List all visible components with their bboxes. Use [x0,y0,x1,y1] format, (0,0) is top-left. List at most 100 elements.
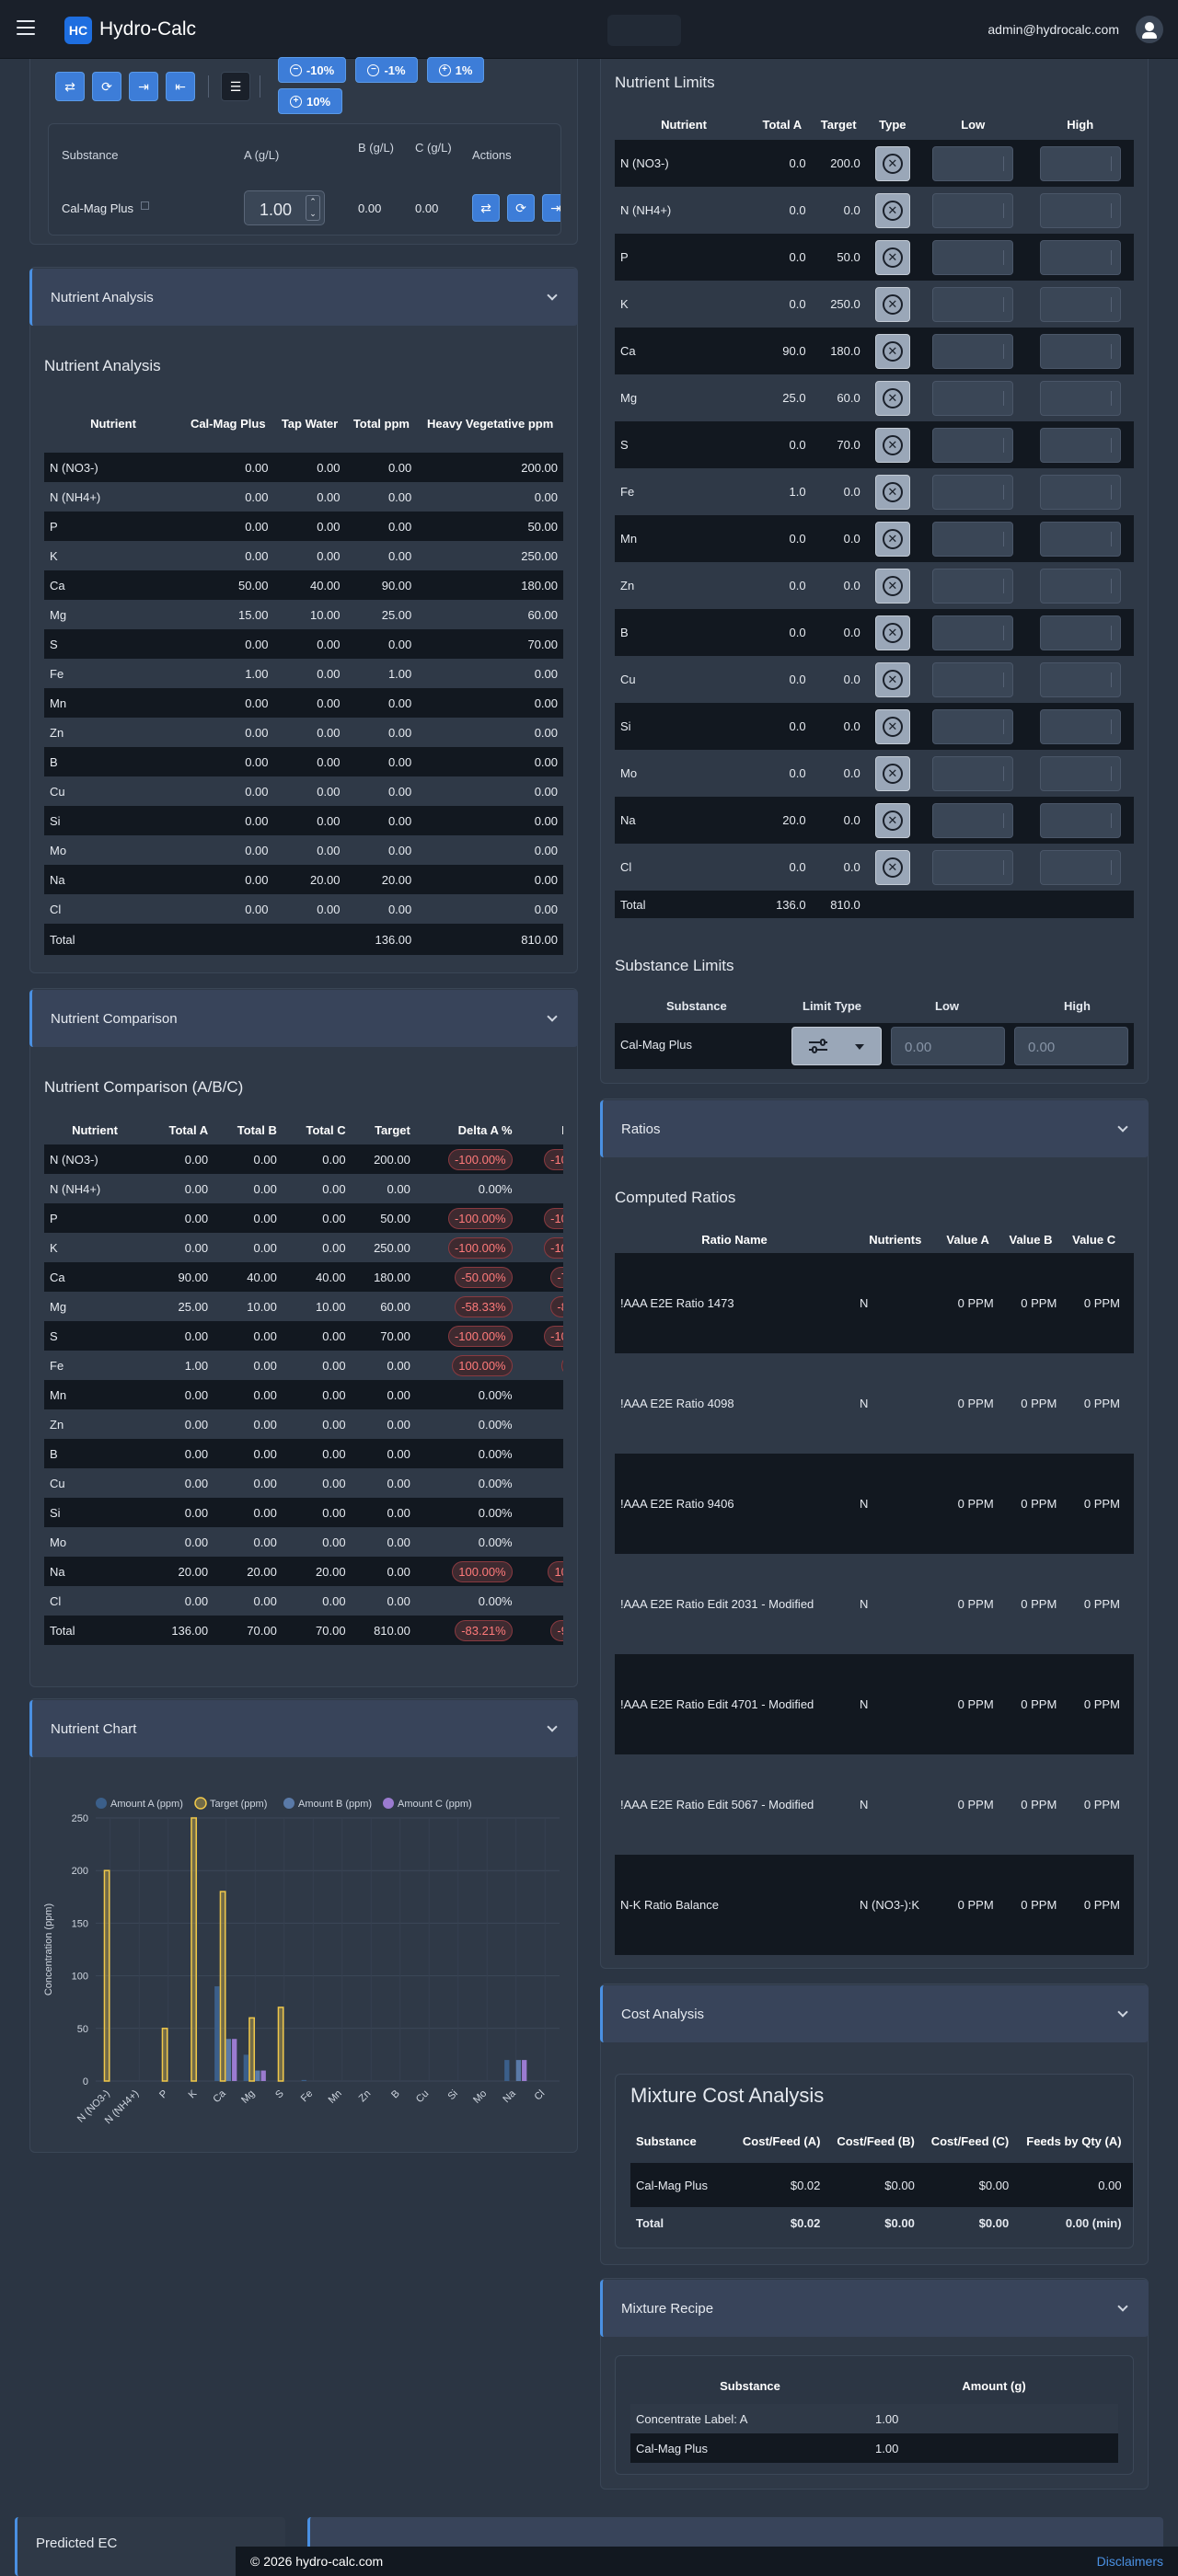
table-cell: Cu [615,656,753,703]
low-limit-input[interactable] [932,661,1014,697]
stepper-icon[interactable]: ⌃ ⌄ [306,195,320,221]
limit-type-button[interactable]: ✕ [874,849,910,885]
high-limit-input[interactable] [1039,286,1121,322]
row-swap-button[interactable]: ⇄ [472,194,500,222]
limit-type-button[interactable]: ✕ [874,708,910,744]
high-limit-input[interactable] [1039,708,1121,744]
table-cell: 0.00% [415,1439,518,1468]
swap-button[interactable]: ⇄ [55,72,85,101]
ratios-accordion[interactable]: Ratios [600,1100,1149,1157]
limit-type-button[interactable]: ✕ [874,286,910,322]
low-limit-input[interactable] [932,615,1014,650]
table-cell: 0.0 [811,187,866,234]
low-limit-input[interactable] [932,192,1014,228]
limit-type-button[interactable]: ✕ [874,192,910,228]
table-cell: -77.7 [517,1262,563,1292]
table-cell: ✕ [865,609,919,656]
ratios-table: Ratio Name Nutrients Value A Value B Value C… [615,1225,1134,1955]
limit-type-button[interactable]: ✕ [874,755,910,791]
high-limit-input[interactable] [1039,615,1121,650]
substance-table-card: Substance A (g/L) B (g/L) C (g/L) Action… [48,123,561,236]
table-cell: N [854,1754,937,1855]
low-limit-input[interactable] [932,802,1014,838]
substance-limit-name: Cal-Mag Plus [620,1038,693,1052]
table-cell: Cu [44,776,182,806]
minus-10-button[interactable]: − -10% [278,57,346,83]
import-button[interactable]: ⇥ [129,72,158,101]
high-limit-input[interactable] [1039,427,1121,463]
limit-type-button[interactable]: ✕ [874,239,910,275]
limit-type-button[interactable]: ✕ [874,661,910,697]
nutrient-chart-accordion[interactable]: Nutrient Chart [29,1700,578,1757]
plus-10-button[interactable]: +10% [278,88,342,114]
low-limit-input[interactable] [932,427,1014,463]
low-limit-input[interactable] [932,145,1014,181]
low-limit-input[interactable] [932,568,1014,604]
limit-type-button[interactable]: ✕ [874,474,910,510]
high-limit-input[interactable] [1039,755,1121,791]
cost-analysis-accordion[interactable]: Cost Analysis [600,1985,1149,2042]
list-view-button[interactable]: ☰ [221,72,250,101]
table-cell: S [44,1321,145,1351]
substance-low-input[interactable]: 0.00 [891,1027,1005,1065]
row-import-button[interactable]: ⇥ [542,194,560,222]
refresh-button[interactable]: ⟳ [92,72,121,101]
row-refresh-button[interactable]: ⟳ [507,194,535,222]
minus-1-button[interactable]: − -1% [355,57,418,83]
table-cell: N [854,1554,937,1654]
low-limit-input[interactable] [932,239,1014,275]
limit-type-button[interactable]: ✕ [874,568,910,604]
low-limit-input[interactable] [932,521,1014,557]
high-limit-input[interactable] [1039,192,1121,228]
low-limit-input[interactable] [932,755,1014,791]
high-limit-input[interactable] [1039,380,1121,416]
nutrient-analysis-accordion[interactable]: Nutrient Analysis [29,269,578,326]
high-limit-input[interactable] [1039,521,1121,557]
low-limit-input[interactable] [932,474,1014,510]
avatar[interactable] [1136,16,1163,43]
low-limit-input[interactable] [932,286,1014,322]
limit-type-button[interactable]: ✕ [874,521,910,557]
x-tick-label: Cl [533,2088,548,2103]
high-limit-input[interactable] [1039,239,1121,275]
limit-type-button[interactable]: ✕ [874,333,910,369]
table-cell: 0.00 [273,482,346,512]
high-limit-input[interactable] [1039,568,1121,604]
table-row: Cl 0.00 0.00 0.00 0.00 [44,894,563,924]
limit-type-button[interactable]: ✕ [874,615,910,650]
nutrient-comparison-accordion[interactable]: Nutrient Comparison [29,990,578,1047]
limit-type-button[interactable]: ✕ [874,145,910,181]
table-cell: 40.00 [282,1262,352,1292]
table-cell: 0.0 [811,562,866,609]
high-limit-input[interactable] [1039,145,1121,181]
table-cell: 0.00 [417,865,563,894]
nav-tab-placeholder[interactable] [607,15,681,46]
mixture-recipe-accordion[interactable]: Mixture Recipe [600,2280,1149,2337]
table-cell: 0.00% [415,1380,518,1409]
limit-type-select[interactable] [791,1027,882,1065]
limit-type-button[interactable]: ✕ [874,802,910,838]
high-limit-input[interactable] [1039,333,1121,369]
high-limit-input[interactable] [1039,474,1121,510]
disclaimers-link[interactable]: Disclaimers [1097,2554,1163,2569]
substance-high-input[interactable]: 0.00 [1014,1027,1128,1065]
table-row: N (NH4+) 0.0 0.0 ✕ [615,187,1134,234]
low-limit-input[interactable] [932,333,1014,369]
amount-a-input[interactable]: 1.00 ⌃ ⌄ [244,190,325,225]
high-limit-input[interactable] [1039,849,1121,885]
low-limit-input[interactable] [932,849,1014,885]
table-cell: 0.00 [417,659,563,688]
table-row: Fe1.000.000.000.00100.00%0.0 [44,1351,563,1380]
low-limit-input[interactable] [932,380,1014,416]
table-cell: N (NO3-):K [854,1855,937,1955]
high-limit-input[interactable] [1039,802,1121,838]
menu-icon[interactable] [17,20,35,35]
limit-type-button[interactable]: ✕ [874,380,910,416]
export-button[interactable]: ⇤ [166,72,195,101]
table-cell: 0.0 [517,1527,563,1557]
limit-type-button[interactable]: ✕ [874,427,910,463]
low-limit-input[interactable] [932,708,1014,744]
plus-1-button[interactable]: +1% [427,57,484,83]
table-cell: 0.00 [345,894,418,924]
high-limit-input[interactable] [1039,661,1121,697]
